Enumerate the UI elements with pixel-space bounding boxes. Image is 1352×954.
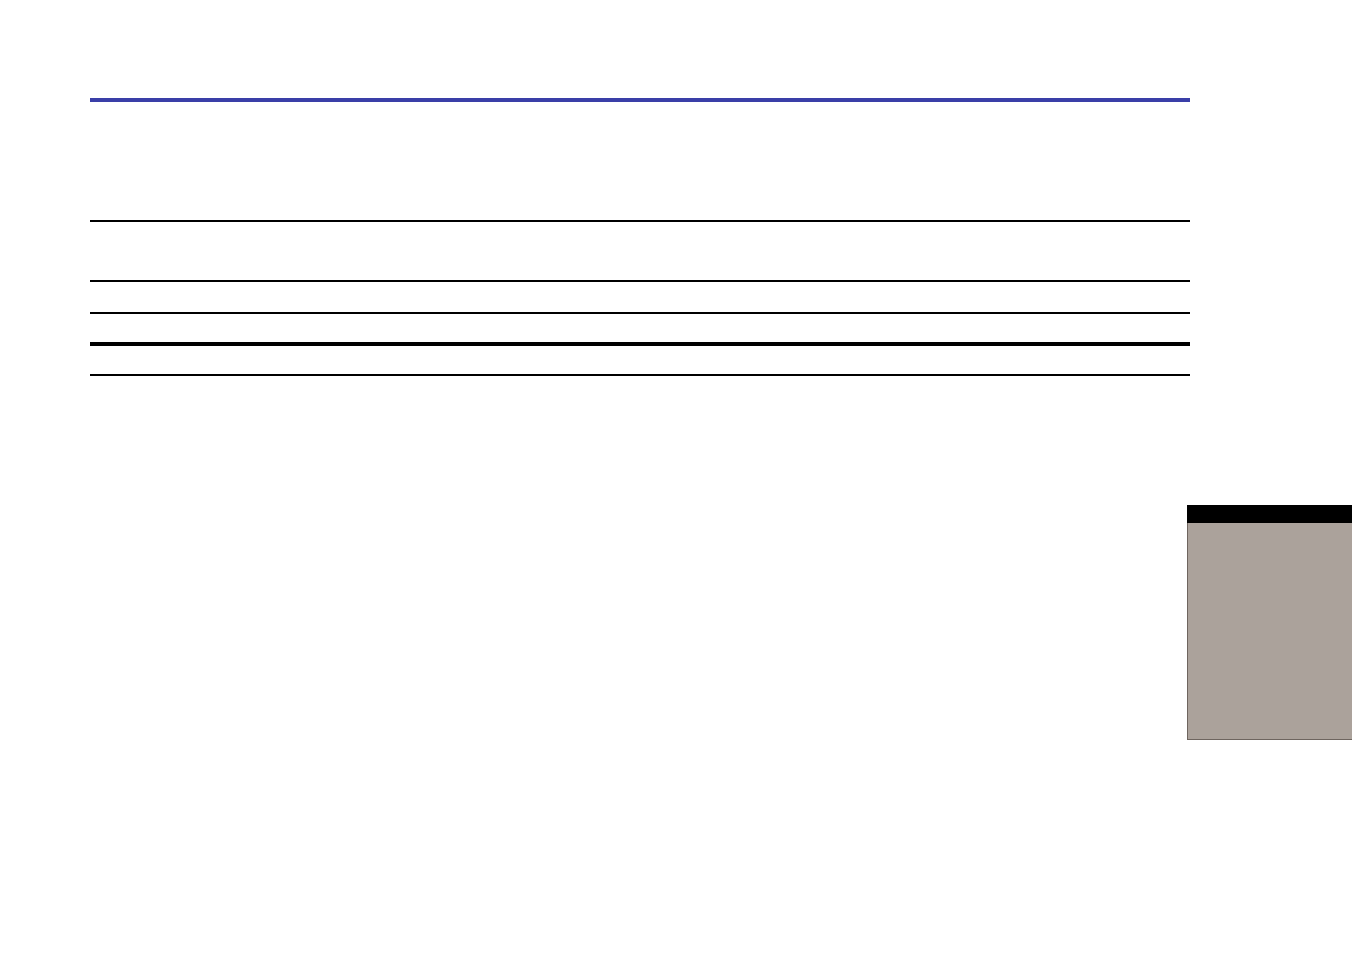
table-row: [90, 314, 1190, 346]
table-row: [90, 162, 1190, 222]
page-content: [90, 0, 1190, 376]
side-tab: [1187, 505, 1352, 740]
table-row: [90, 346, 1190, 376]
side-tab-top: [1187, 505, 1352, 523]
table-row: [90, 282, 1190, 314]
table-row: [90, 222, 1190, 282]
table-area: [90, 162, 1190, 376]
header-rule: [90, 98, 1190, 102]
side-tab-body: [1187, 523, 1352, 740]
